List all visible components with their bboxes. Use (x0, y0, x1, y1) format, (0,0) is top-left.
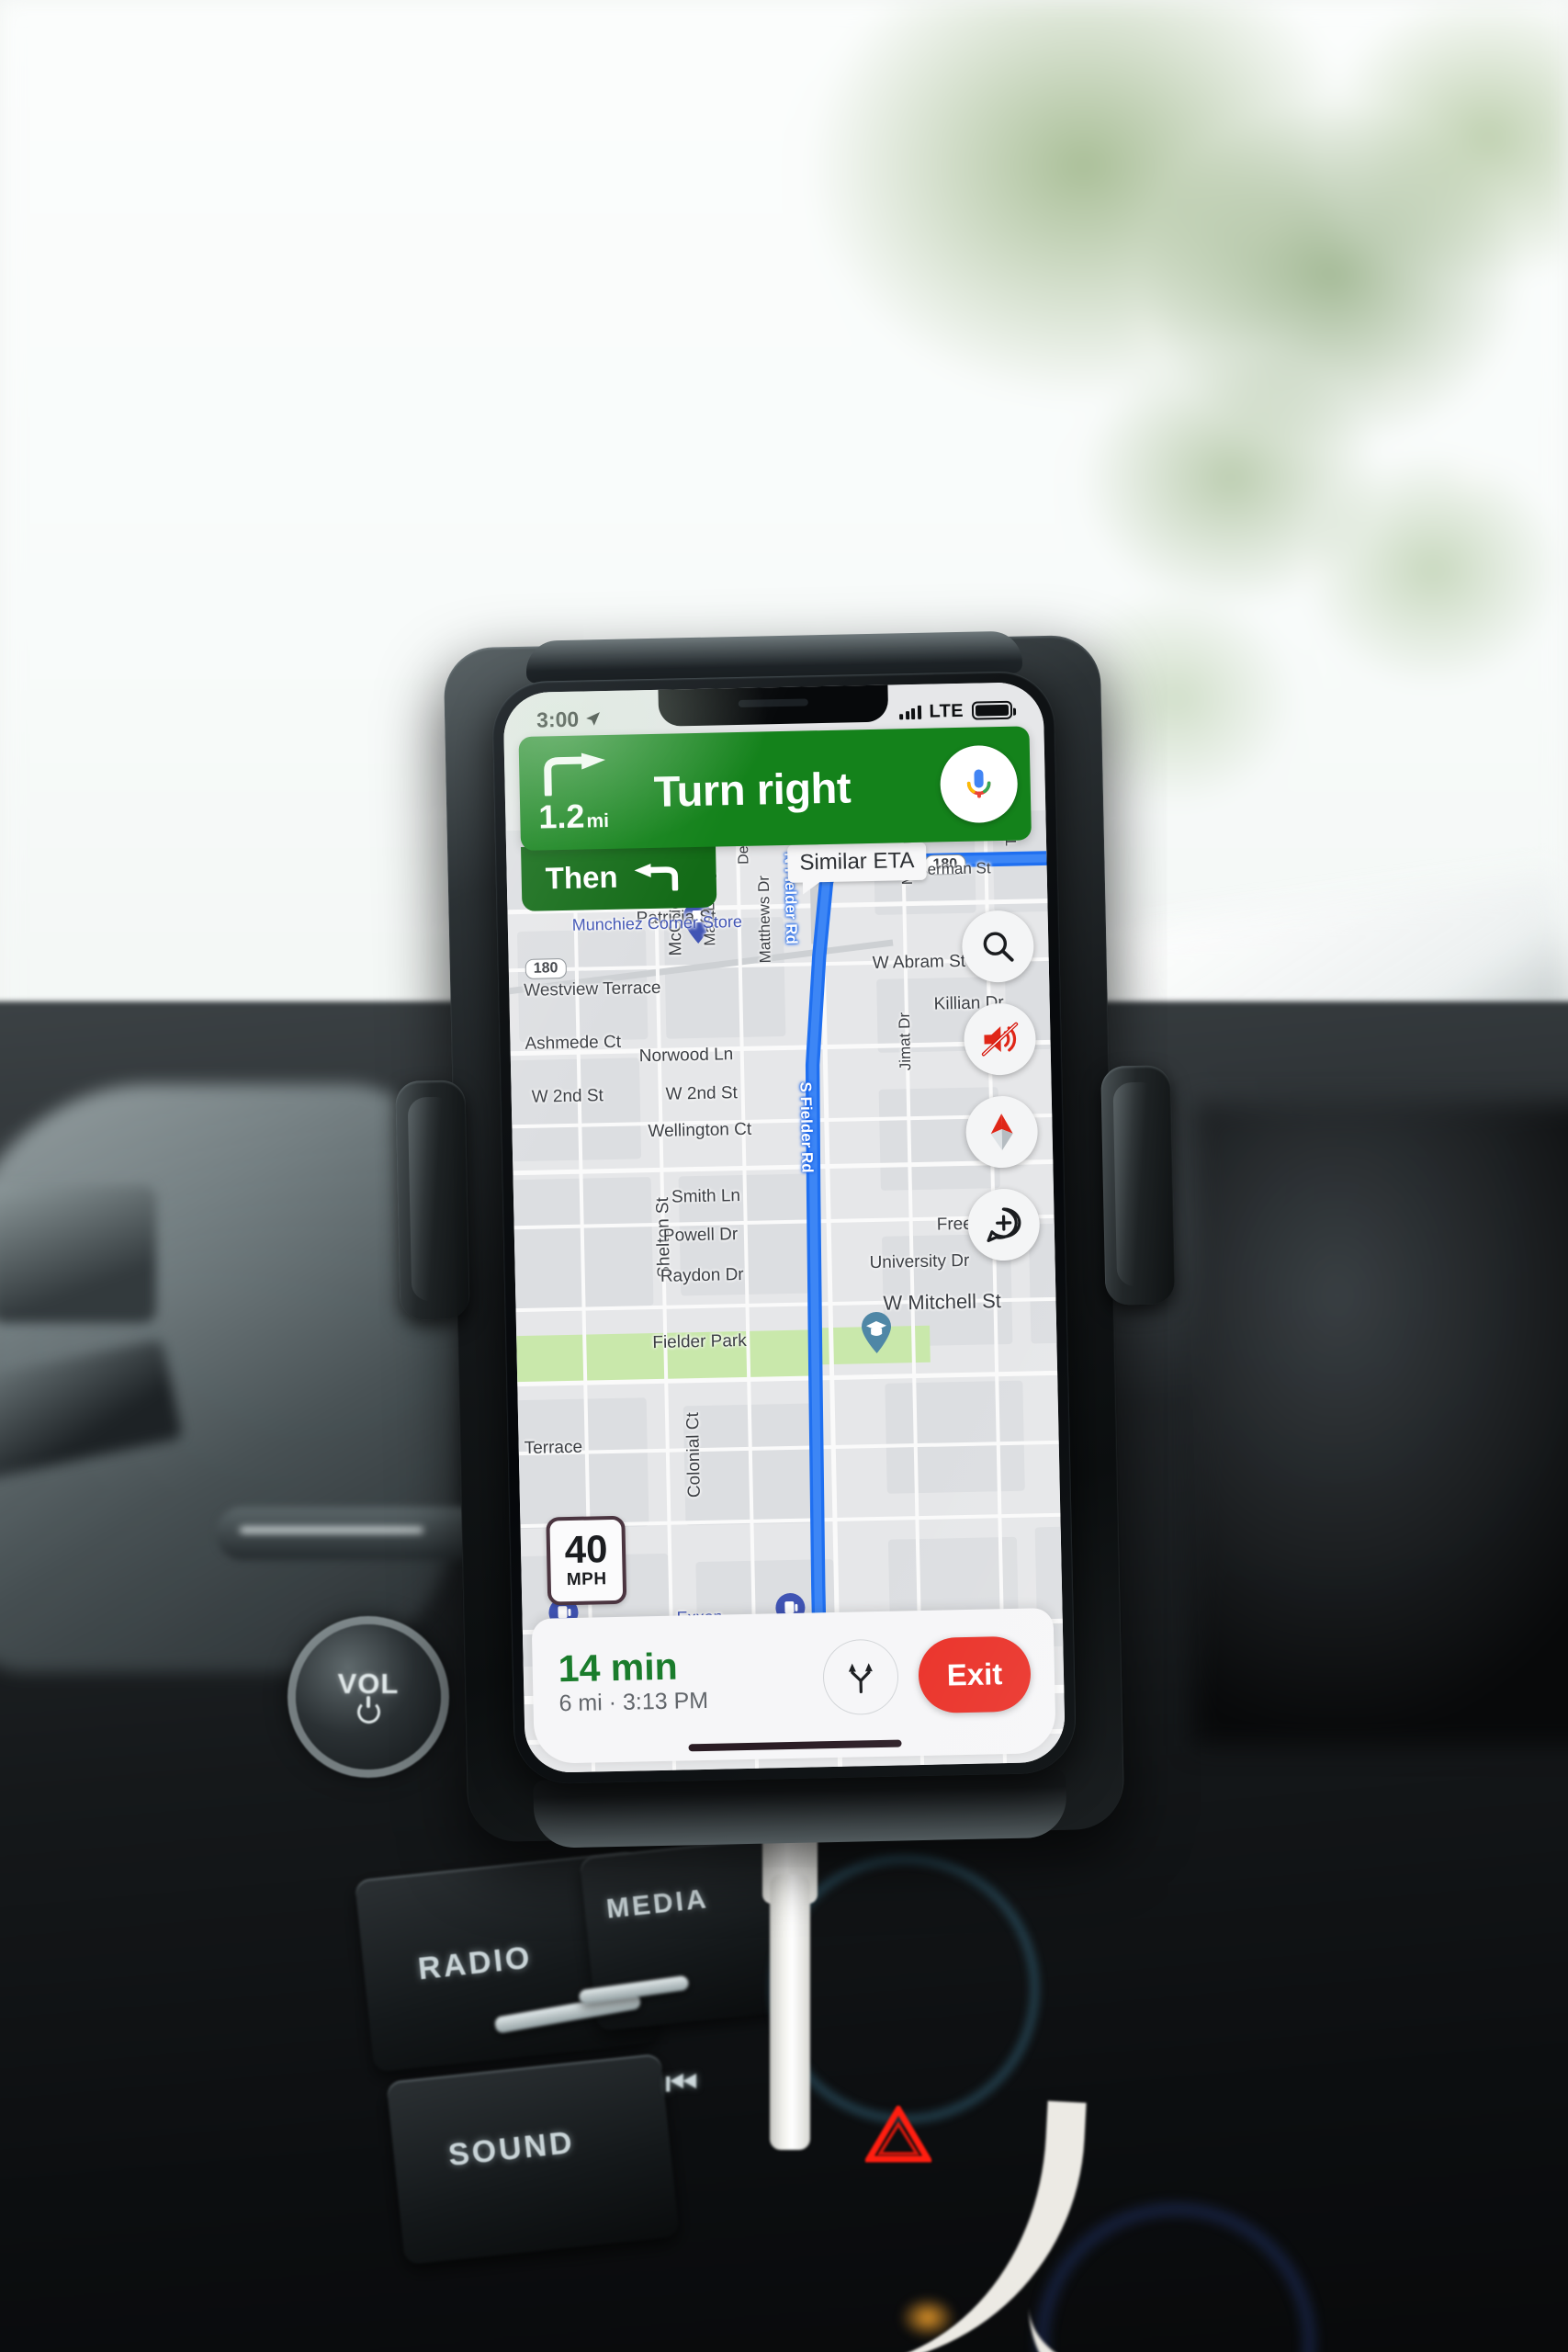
highway-shield-180-left: 180 (525, 957, 567, 979)
map-label: Wellington Ct (648, 1119, 752, 1142)
exit-button-label: Exit (946, 1657, 1003, 1692)
map-label: Jimat Dr (895, 1012, 915, 1071)
vol-label: VOL (337, 1667, 400, 1700)
speed-limit-unit: MPH (566, 1569, 607, 1590)
turn-distance-unit: mi (586, 809, 610, 831)
turn-distance-value: 1.2 (537, 797, 585, 836)
location-arrow-icon (586, 711, 600, 726)
charging-cable-end (1029, 2251, 1185, 2352)
similar-eta-callout[interactable]: Similar ETA (787, 842, 927, 883)
map-label: Ashmede Ct (525, 1032, 622, 1054)
report-incident-icon (987, 1207, 1021, 1242)
turn-left-arrow-icon (634, 864, 679, 892)
eta-block: 14 min 6 mi · 3:13 PM (558, 1644, 823, 1718)
map-label: Terrace (524, 1437, 583, 1459)
alternate-routes-icon (848, 1663, 873, 1694)
map-label: W 2nd St (665, 1083, 739, 1104)
status-bar-right: LTE (899, 699, 1013, 723)
turn-distance: 1.2 mi (537, 797, 610, 836)
map-label: Raydon Dr (660, 1264, 744, 1286)
map-label: Westview Terrace (524, 978, 661, 1001)
google-assistant-mic-button[interactable] (939, 744, 1019, 824)
navigation-instruction-banner[interactable]: 1.2 mi Turn right (518, 726, 1032, 851)
map-label: Norwood Ln (638, 1045, 734, 1067)
air-vent-upper (0, 1185, 156, 1323)
sound-muted-icon (981, 1022, 1019, 1057)
map-label: Smith Ln (671, 1186, 741, 1207)
speed-limit-value: 40 (564, 1526, 608, 1571)
power-icon (356, 1696, 380, 1724)
search-icon (983, 932, 1014, 962)
map-label: erman St (927, 859, 991, 878)
map-label: W Mitchell St (883, 1289, 1002, 1315)
compass-button[interactable] (964, 1095, 1039, 1169)
navigation-instruction-text: Turn right (653, 762, 852, 816)
earpiece-speaker (738, 698, 808, 707)
turn-info-column: 1.2 mi (534, 752, 642, 836)
map-label: W Abram St (872, 951, 966, 973)
signal-bars-icon (899, 705, 921, 720)
report-incident-button[interactable] (966, 1188, 1041, 1261)
dashboard-right-shadow (1194, 1102, 1568, 1746)
status-bar-left: 3:00 (536, 707, 602, 732)
eta-distance-arrival: 6 mi · 3:13 PM (558, 1688, 709, 1717)
phone-mount: 180 180 Randol Spring Lake Dr Cochise Dr… (395, 625, 1176, 1852)
map-label: W 2nd St (531, 1086, 604, 1107)
status-bar-time: 3:00 (536, 707, 580, 732)
mount-grip-right[interactable] (1100, 1065, 1176, 1306)
smartphone: 180 180 Randol Spring Lake Dr Cochise Dr… (491, 670, 1077, 1785)
volume-knob[interactable]: VOL (296, 1624, 441, 1770)
mute-sound-button[interactable] (963, 1002, 1037, 1076)
battery-full-icon (971, 700, 1013, 720)
then-label: Then (545, 859, 618, 896)
poi-label-munchiez[interactable]: Munchiez Corner Store (572, 912, 742, 935)
network-type-label: LTE (929, 700, 964, 722)
map-label-fielder-park: Fielder Park (652, 1330, 747, 1353)
map-label: Colonial Ct (682, 1412, 705, 1498)
google-assistant-mic-icon (966, 769, 991, 798)
then-next-maneuver-chip[interactable]: Then (521, 842, 717, 911)
map-label: University Dr (869, 1250, 970, 1273)
similar-eta-label: Similar ETA (799, 847, 915, 876)
phone-screen[interactable]: 180 180 Randol Spring Lake Dr Cochise Dr… (502, 682, 1066, 1774)
skip-back-icon[interactable]: ⏮ (665, 2064, 698, 2105)
route-road-name-south: S Fielder Rd (796, 1081, 817, 1173)
mount-grip-left[interactable] (395, 1080, 470, 1320)
turn-right-arrow-icon (544, 752, 606, 796)
speed-limit-sign: 40 MPH (546, 1515, 627, 1606)
map-side-controls (961, 910, 1041, 1261)
map-label: Matthews Dr (754, 875, 774, 964)
school-pin[interactable] (861, 1311, 893, 1355)
exit-navigation-button[interactable]: Exit (918, 1635, 1032, 1714)
alternate-routes-button[interactable] (822, 1638, 899, 1716)
eta-duration: 14 min (558, 1645, 679, 1690)
phone-notch (658, 683, 889, 727)
search-button[interactable] (961, 910, 1035, 983)
map-label: Powell Dr (662, 1225, 739, 1246)
trip-summary-sheet[interactable]: 14 min 6 mi · 3:13 PM Exit (531, 1608, 1056, 1764)
north-compass-icon (990, 1114, 1013, 1151)
